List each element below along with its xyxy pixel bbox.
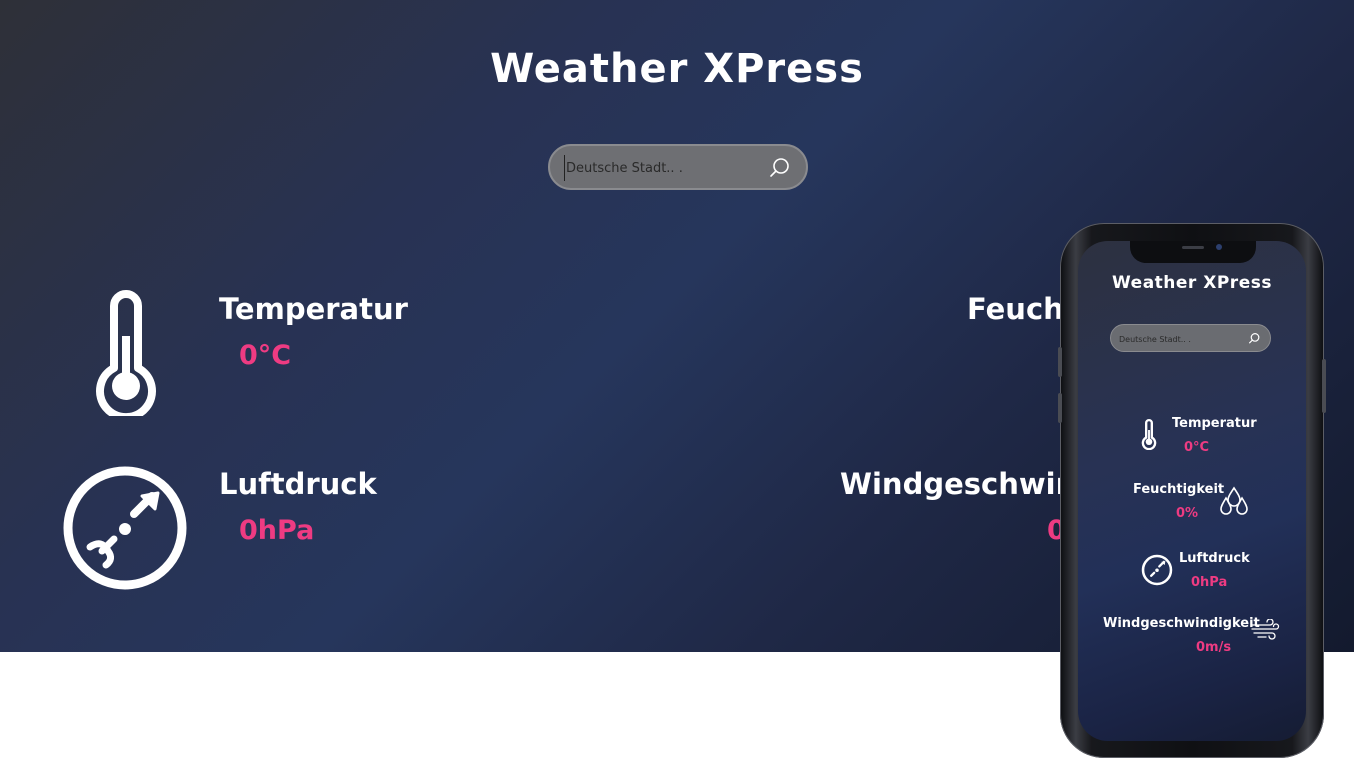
mobile-pressure-label: Luftdruck bbox=[1179, 551, 1250, 566]
phone-camera bbox=[1216, 244, 1222, 250]
mobile-humidity-value: 0% bbox=[1176, 506, 1199, 521]
phone-power-button bbox=[1322, 359, 1326, 413]
app-title: Weather XPress bbox=[490, 46, 864, 92]
phone-volume-up bbox=[1058, 347, 1062, 377]
mobile-wind-label: Windgeschwindigkeit bbox=[1103, 616, 1260, 631]
phone-volume-down bbox=[1058, 393, 1062, 423]
search-bar bbox=[548, 144, 808, 190]
mobile-app-title: Weather XPress bbox=[1112, 273, 1272, 293]
thermometer-icon bbox=[92, 290, 160, 421]
mobile-search-input[interactable] bbox=[1119, 331, 1239, 347]
mobile-pressure-value: 0hPa bbox=[1191, 575, 1228, 590]
mobile-search-bar bbox=[1110, 324, 1271, 352]
search-icon[interactable] bbox=[768, 156, 792, 180]
mobile-thermometer-icon bbox=[1141, 418, 1157, 455]
pressure-gauge-icon bbox=[62, 465, 188, 596]
mobile-temperature-label: Temperatur bbox=[1172, 416, 1257, 431]
pressure-value: 0hPa bbox=[239, 515, 315, 546]
mobile-pressure-gauge-icon bbox=[1141, 554, 1173, 591]
mobile-temperature-value: 0°C bbox=[1184, 440, 1210, 455]
phone-mockup: Weather XPress Temperatur 0°C Feuchtigke… bbox=[1058, 223, 1326, 758]
pressure-label: Luftdruck bbox=[219, 467, 377, 501]
mobile-humidity-label: Feuchtigkeit bbox=[1133, 482, 1225, 497]
phone-notch bbox=[1130, 241, 1256, 263]
temperature-value: 0°C bbox=[239, 340, 292, 371]
search-input[interactable] bbox=[564, 155, 760, 181]
phone-screen: Weather XPress Temperatur 0°C Feuchtigke… bbox=[1078, 241, 1306, 741]
phone-speaker bbox=[1182, 246, 1204, 249]
mobile-wind-value: 0m/s bbox=[1196, 640, 1232, 655]
mobile-wind-icon bbox=[1250, 618, 1280, 648]
mobile-water-drops-icon bbox=[1218, 486, 1250, 523]
temperature-label: Temperatur bbox=[219, 292, 408, 326]
mobile-search-icon[interactable] bbox=[1248, 332, 1261, 345]
